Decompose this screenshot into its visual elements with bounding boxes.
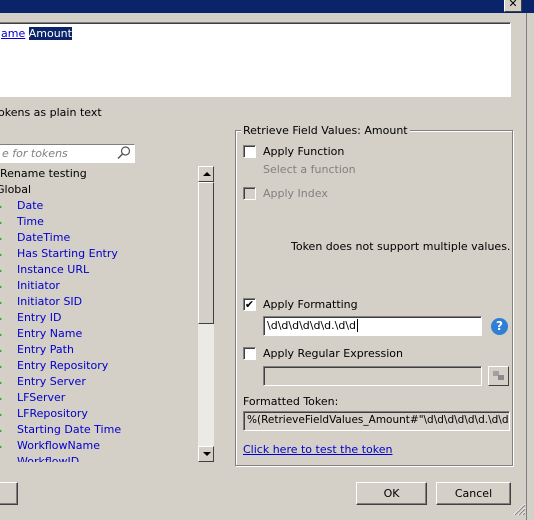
token-tree[interactable]: Rename testing Global Date Time DateTime Ha… — [0, 166, 218, 462]
tree-item[interactable]: Entry ID — [0, 310, 61, 326]
apply-function-label[interactable]: Apply Function — [263, 145, 344, 158]
tree-item[interactable]: Entry Server — [0, 374, 86, 390]
tree-item[interactable]: DateTime — [0, 230, 70, 246]
expand-arrow-icon[interactable] — [0, 218, 2, 228]
tree-item[interactable]: Date — [0, 198, 43, 214]
apply-formatting-checkbox[interactable]: ✔ — [243, 298, 256, 311]
plain-text-option-label: okens as plain text — [0, 106, 102, 119]
tree-item-label[interactable]: LFServer — [17, 391, 65, 404]
group-title: Retrieve Field Values: Amount — [241, 124, 410, 137]
tree-scrollbar[interactable] — [198, 166, 214, 462]
close-button[interactable]: ✕ — [504, 0, 522, 12]
help-icon[interactable]: ? — [491, 318, 508, 335]
expand-arrow-icon[interactable] — [0, 426, 2, 436]
checkmark-icon: ✔ — [244, 298, 255, 311]
cancel-button[interactable]: Cancel — [436, 482, 511, 505]
tree-item-label[interactable]: Entry Repository — [17, 359, 108, 372]
apply-index-checkbox — [243, 187, 256, 200]
tree-item-label[interactable]: Date — [17, 199, 43, 212]
tree-root[interactable]: Rename testing — [0, 166, 87, 182]
scroll-down-button[interactable] — [198, 446, 214, 462]
tree-group-global[interactable]: Global — [0, 182, 31, 198]
tree-item-label[interactable]: Entry Path — [17, 343, 74, 356]
expand-arrow-icon[interactable] — [0, 282, 2, 292]
expand-arrow-icon[interactable] — [0, 410, 2, 420]
expand-arrow-icon[interactable] — [0, 378, 2, 388]
tree-item[interactable]: Initiator SID — [0, 294, 82, 310]
expand-arrow-icon[interactable] — [0, 202, 2, 212]
tree-item[interactable]: Entry Repository — [0, 358, 108, 374]
expand-arrow-icon[interactable] — [0, 266, 2, 276]
expand-arrow-icon[interactable] — [0, 314, 2, 324]
expand-arrow-icon[interactable] — [0, 250, 2, 260]
scroll-up-icon — [203, 172, 211, 176]
apply-regex-label[interactable]: Apply Regular Expression — [263, 347, 403, 360]
apply-function-checkbox[interactable] — [243, 145, 256, 158]
regex-builder-button — [488, 366, 509, 386]
expression-prefix[interactable]: ame — [1, 27, 25, 40]
partial-left-button[interactable] — [0, 482, 18, 505]
tree-item-label[interactable]: DateTime — [17, 231, 70, 244]
title-bar — [0, 0, 534, 13]
expand-arrow-icon[interactable] — [0, 234, 2, 244]
tree-item[interactable]: Initiator — [0, 278, 60, 294]
tree-item[interactable]: Instance URL — [0, 262, 89, 278]
tree-item-label[interactable]: Starting Date Time — [17, 423, 121, 436]
tree-item-label[interactable]: Time — [17, 215, 44, 228]
tree-item[interactable]: Entry Path — [0, 342, 74, 358]
scroll-thumb[interactable] — [198, 182, 214, 324]
tree-item-label[interactable]: Initiator SID — [17, 295, 82, 308]
tree-item[interactable]: Entry Name — [0, 326, 82, 342]
tree-item[interactable]: LFServer — [0, 390, 65, 406]
tree-item-label[interactable]: Has Starting Entry — [17, 247, 118, 260]
scroll-down-icon — [203, 452, 211, 456]
tree-item[interactable]: Time — [0, 214, 44, 230]
formatted-token-field: %(RetrieveFieldValues_Amount#"\d\d\d\d\d… — [243, 411, 510, 431]
token-expression-field[interactable]: ame Amount — [0, 22, 511, 97]
expand-arrow-icon[interactable] — [0, 458, 2, 462]
apply-regex-checkbox[interactable] — [243, 347, 256, 360]
formatting-value: \d\d\d\d\d\d.\d\d — [267, 319, 357, 332]
regex-input — [263, 366, 482, 386]
tree-item-label[interactable]: WorkflowID — [17, 455, 79, 462]
search-placeholder: e for tokens — [2, 147, 68, 160]
tree-item-label[interactable]: WorkflowName — [17, 439, 100, 452]
formatted-token-label: Formatted Token: — [243, 395, 339, 408]
select-function-text: Select a function — [263, 163, 356, 176]
expand-arrow-icon[interactable] — [0, 362, 2, 372]
ok-button[interactable]: OK — [356, 482, 427, 505]
expression-token-selected[interactable]: Amount — [28, 27, 72, 40]
tree-item-label[interactable]: Entry ID — [17, 311, 61, 324]
expand-arrow-icon[interactable] — [0, 330, 2, 340]
expand-arrow-icon[interactable] — [0, 442, 2, 452]
apply-formatting-label[interactable]: Apply Formatting — [263, 298, 358, 311]
formatting-input[interactable]: \d\d\d\d\d\d.\d\d — [263, 316, 482, 336]
multiple-values-note: Token does not support multiple values. — [291, 240, 511, 253]
tree-item[interactable]: Starting Date Time — [0, 422, 121, 438]
tree-item-label[interactable]: LFRepository — [17, 407, 88, 420]
tree-item-label[interactable]: Initiator — [17, 279, 60, 292]
tree-item[interactable]: LFRepository — [0, 406, 88, 422]
tree-item-label[interactable]: Entry Name — [17, 327, 82, 340]
tree-item[interactable]: WorkflowName — [0, 438, 100, 454]
token-search-input[interactable]: e for tokens — [0, 144, 135, 163]
expand-arrow-icon[interactable] — [0, 298, 2, 308]
tree-item[interactable]: Has Starting Entry — [0, 246, 118, 262]
search-icon[interactable] — [116, 145, 132, 161]
size-grip-icon[interactable] — [512, 502, 526, 516]
formatted-token-value: %(RetrieveFieldValues_Amount#"\d\d\d\d\d… — [247, 414, 510, 426]
tree-item-label[interactable]: Entry Server — [17, 375, 86, 388]
tree-item[interactable]: WorkflowID — [0, 454, 79, 462]
expand-arrow-icon[interactable] — [0, 346, 2, 356]
regex-builder-icon — [493, 371, 504, 380]
close-icon: ✕ — [508, 0, 518, 10]
window-frame-right — [526, 13, 534, 520]
test-token-link[interactable]: Click here to test the token — [243, 443, 392, 456]
expand-arrow-icon[interactable] — [0, 394, 2, 404]
tree-item-label[interactable]: Instance URL — [17, 263, 89, 276]
scroll-up-button[interactable] — [198, 166, 214, 182]
apply-index-label: Apply Index — [263, 187, 328, 200]
